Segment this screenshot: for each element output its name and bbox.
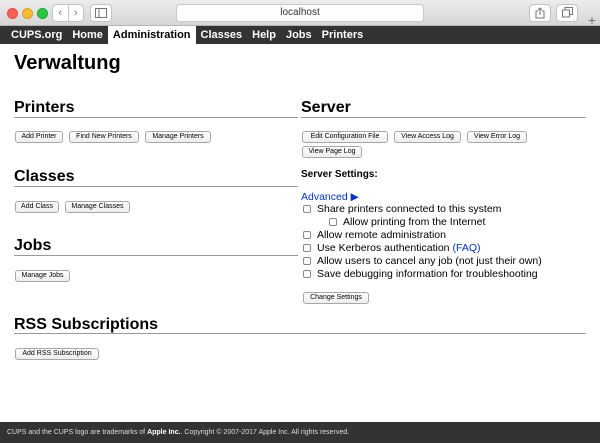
page-title: Verwaltung (14, 52, 121, 74)
server-heading: Server (301, 99, 351, 116)
remote-administration-checkbox[interactable] (303, 231, 311, 239)
view-access-log-button[interactable]: View Access Log (394, 131, 461, 143)
share-printers-label: Share printers connected to this system (317, 203, 502, 215)
back-button[interactable]: ‹ (53, 5, 68, 21)
footer-company: Apple Inc. (147, 429, 181, 436)
share-button[interactable] (529, 4, 551, 22)
manage-jobs-button[interactable]: Manage Jobs (15, 270, 70, 282)
chevron-right-icon: › (73, 7, 78, 19)
kerberos-label: Use Kerberos authentication (317, 242, 450, 254)
allow-internet-printing-label: Allow printing from the Internet (343, 216, 486, 228)
option-cancel-any-job: Allow users to cancel any job (not just … (303, 255, 542, 267)
add-class-button[interactable]: Add Class (15, 201, 59, 213)
manage-printers-button[interactable]: Manage Printers (145, 131, 211, 143)
option-kerberos: Use Kerberos authentication (FAQ) (303, 242, 481, 254)
allow-internet-printing-checkbox[interactable] (329, 218, 337, 226)
maximize-window-button[interactable] (37, 8, 48, 19)
nav-item-cups-org[interactable]: CUPS.org (6, 26, 67, 44)
printers-divider (14, 117, 298, 118)
history-nav-group: ‹ › (52, 4, 84, 22)
footer-trademark-text: CUPS and the CUPS logo are trademarks of (7, 429, 146, 436)
show-tabs-button[interactable] (556, 4, 578, 22)
option-remote-administration: Allow remote administration (303, 229, 446, 241)
address-bar[interactable]: localhost (176, 4, 424, 22)
nav-item-classes[interactable]: Classes (196, 26, 248, 44)
nav-item-printers[interactable]: Printers (317, 26, 369, 44)
nav-item-help[interactable]: Help (247, 26, 281, 44)
minimize-window-button[interactable] (22, 8, 33, 19)
classes-divider (14, 186, 298, 187)
jobs-divider (14, 255, 298, 256)
edit-configuration-file-button[interactable]: Edit Configuration File (302, 131, 388, 143)
add-rss-subscription-button[interactable]: Add RSS Subscription (15, 348, 99, 360)
forward-button[interactable]: › (67, 5, 84, 21)
jobs-heading: Jobs (14, 237, 52, 254)
remote-administration-label: Allow remote administration (317, 229, 446, 241)
add-printer-button[interactable]: Add Printer (15, 131, 63, 143)
manage-classes-button[interactable]: Manage Classes (65, 201, 130, 213)
debug-logging-checkbox[interactable] (303, 270, 311, 278)
nav-item-home[interactable]: Home (67, 26, 108, 44)
browser-toolbar: ‹ › localhost + (0, 0, 600, 27)
view-error-log-button[interactable]: View Error Log (467, 131, 527, 143)
kerberos-checkbox[interactable] (303, 244, 311, 252)
debug-logging-label: Save debugging information for troublesh… (317, 268, 538, 280)
footer-copyright: Copyright © 2007-2017 Apple Inc. All rig… (184, 429, 350, 436)
cancel-any-job-label: Allow users to cancel any job (not just … (317, 255, 542, 267)
server-divider (301, 117, 586, 118)
classes-heading: Classes (14, 168, 75, 185)
nav-item-jobs[interactable]: Jobs (281, 26, 317, 44)
nav-item-administration[interactable]: Administration (107, 26, 196, 44)
chevron-left-icon: ‹ (58, 7, 63, 19)
option-debug-logging: Save debugging information for troublesh… (303, 268, 538, 280)
advanced-link[interactable]: Advanced ▶ (301, 191, 359, 203)
option-allow-internet-printing: Allow printing from the Internet (329, 216, 485, 228)
view-page-log-button[interactable]: View Page Log (302, 146, 362, 158)
option-share-printers: Share printers connected to this system (303, 203, 501, 215)
sidebar-toggle-button[interactable] (90, 4, 112, 22)
share-icon (535, 7, 545, 19)
printers-heading: Printers (14, 99, 75, 116)
tabs-icon (561, 7, 573, 18)
rss-heading: RSS Subscriptions (14, 316, 159, 333)
main-nav: CUPS.org Home Administration Classes Hel… (0, 26, 600, 44)
footer: CUPS and the CUPS logo are trademarks of… (0, 422, 600, 443)
cancel-any-job-checkbox[interactable] (303, 257, 311, 265)
kerberos-faq-link[interactable]: (FAQ) (453, 242, 481, 254)
change-settings-button[interactable]: Change Settings (303, 292, 369, 304)
server-settings-heading: Server Settings: (301, 169, 378, 180)
sidebar-icon (95, 8, 107, 18)
close-window-button[interactable] (7, 8, 18, 19)
find-new-printers-button[interactable]: Find New Printers (69, 131, 139, 143)
rss-divider (14, 333, 586, 334)
share-printers-checkbox[interactable] (303, 205, 311, 213)
